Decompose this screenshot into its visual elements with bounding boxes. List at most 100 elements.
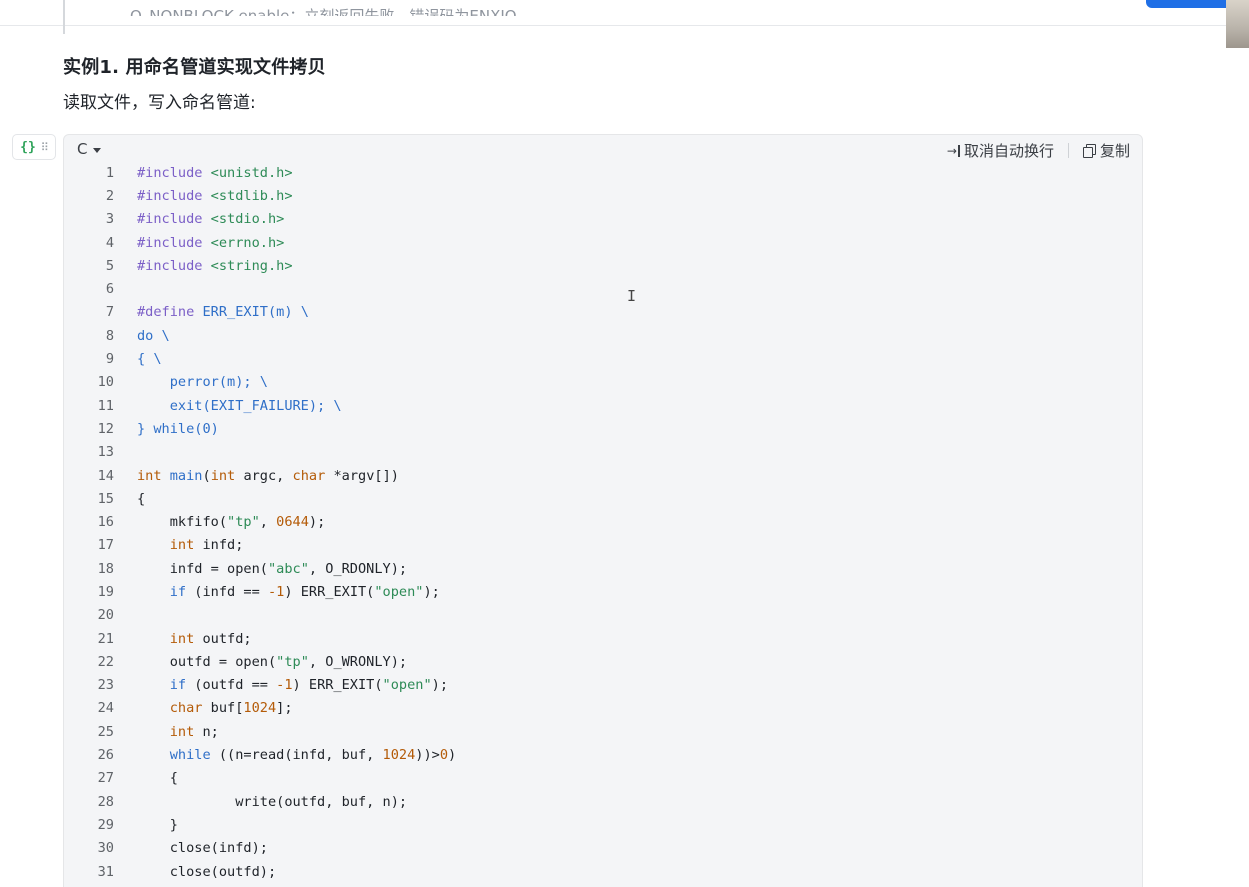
- line-number: 26: [97, 747, 114, 764]
- code-text: perror(m); \: [137, 374, 268, 390]
- line-number: 3: [105, 211, 114, 228]
- text-cursor-icon: I: [627, 287, 637, 305]
- code-text: exit(EXIT_FAILURE); \: [137, 398, 342, 414]
- code-text: }: [137, 817, 178, 833]
- code-token: ERR_EXIT(m) \: [202, 304, 309, 321]
- code-token: buf[: [210, 700, 244, 717]
- code-token: char: [137, 700, 211, 717]
- code-line: 20: [64, 604, 1142, 627]
- line-number: 4: [105, 234, 114, 251]
- code-text: {: [137, 770, 178, 786]
- code-line: 17 int infd;: [64, 534, 1142, 557]
- code-line: 7 #define ERR_EXIT(m) \: [64, 301, 1142, 324]
- line-number: 20: [97, 607, 114, 624]
- code-token: main: [169, 467, 203, 484]
- code-token: }: [137, 816, 178, 833]
- code-line: 27 {: [64, 767, 1142, 790]
- code-line: 25 int n;: [64, 720, 1142, 743]
- code-text: #define ERR_EXIT(m) \: [137, 304, 309, 320]
- code-text: close(outfd);: [137, 864, 276, 880]
- code-text: int outfd;: [137, 631, 252, 647]
- code-text: infd = open("abc", O_RDONLY);: [137, 561, 407, 577]
- code-token: int: [137, 723, 203, 740]
- line-number: 11: [97, 397, 114, 414]
- code-token: outfd = open(: [137, 653, 277, 670]
- line-number: 16: [97, 514, 114, 531]
- code-token: "open": [382, 677, 432, 694]
- code-text: while ((n=read(infd, buf, 1024))>0): [137, 747, 456, 763]
- line-number: 14: [97, 467, 114, 484]
- toolbar-divider: [1067, 143, 1069, 158]
- code-text: outfd = open("tp", O_WRONLY);: [137, 654, 407, 670]
- line-number: 28: [97, 793, 114, 810]
- code-token: <stdio.h>: [210, 211, 285, 228]
- code-token: "tp": [227, 514, 260, 531]
- line-number: 17: [97, 537, 114, 554]
- line-number: 21: [97, 630, 114, 647]
- code-token: argc,: [243, 467, 293, 484]
- code-token: { \: [137, 351, 162, 368]
- code-text: } while(0): [137, 421, 219, 437]
- code-token: close(infd);: [137, 840, 268, 857]
- code-token: perror(m); \: [137, 374, 268, 391]
- line-number: 23: [97, 677, 114, 694]
- code-token: -1: [276, 677, 293, 694]
- code-line: 23 if (outfd == -1) ERR_EXIT("open");: [64, 674, 1142, 697]
- code-block-handle[interactable]: {} ⠿: [12, 134, 56, 160]
- code-line: 12} while(0): [64, 417, 1142, 440]
- code-text: int n;: [137, 724, 219, 740]
- code-token: ) ERR_EXIT(: [284, 583, 375, 600]
- code-line: 28 write(outfd, buf, n);: [64, 790, 1142, 813]
- code-line: 31 close(outfd);: [64, 860, 1142, 883]
- code-line: 8 do \: [64, 324, 1142, 347]
- code-token: #include: [137, 211, 211, 228]
- code-text: #include <unistd.h>: [137, 165, 293, 181]
- code-line: 18 infd = open("abc", O_RDONLY);: [64, 557, 1142, 580]
- code-line: 5 #include <string.h>: [64, 254, 1142, 277]
- code-line: 6: [64, 277, 1142, 300]
- code-line: 3 #include <stdio.h>: [64, 208, 1142, 231]
- code-line: 29 }: [64, 813, 1142, 836]
- code-token: <unistd.h>: [210, 164, 293, 181]
- code-token: (: [202, 467, 211, 484]
- code-token: close(outfd);: [137, 863, 277, 880]
- previous-content-strip: O_NONBLOCK enable：立刻返回失败，错误码为ENXIO: [0, 0, 1249, 48]
- line-number: 19: [97, 583, 114, 600]
- code-line: 1 #include <unistd.h>: [64, 161, 1142, 184]
- code-line: 2 #include <stdlib.h>: [64, 184, 1142, 207]
- line-number: 9: [105, 351, 114, 368]
- code-text: #include <stdio.h>: [137, 211, 284, 227]
- code-token: char: [292, 467, 334, 484]
- code-text: #include <errno.h>: [137, 235, 284, 251]
- code-token: 1024: [243, 700, 277, 717]
- code-token: infd;: [202, 537, 244, 554]
- copy-button[interactable]: 复制: [1082, 140, 1130, 161]
- code-token: );: [308, 514, 326, 531]
- code-line: 24 char buf[1024];: [64, 697, 1142, 720]
- language-label: C: [77, 140, 88, 158]
- code-text: if (infd == -1) ERR_EXIT("open");: [137, 584, 440, 600]
- code-line: 9 { \: [64, 347, 1142, 370]
- primary-button-edge[interactable]: [1146, 0, 1232, 8]
- drag-handle-icon[interactable]: ⠿: [41, 142, 49, 153]
- code-token: -1: [267, 583, 285, 600]
- code-token: #include: [137, 164, 211, 181]
- code-token: ((n=read(infd, buf,: [218, 747, 383, 764]
- truncated-text: O_NONBLOCK enable：立刻返回失败，错误码为ENXIO: [130, 7, 517, 25]
- line-number: 7: [105, 304, 114, 321]
- code-token: while: [137, 747, 219, 764]
- code-token: if: [137, 583, 195, 600]
- code-lines[interactable]: 1 #include <unistd.h> 2 #include <stdlib.h>…: [64, 161, 1142, 883]
- code-text: #include <string.h>: [137, 258, 293, 274]
- code-token: #include: [137, 257, 211, 274]
- line-number: 8: [105, 327, 114, 344]
- code-token: n;: [202, 723, 219, 740]
- line-number: 1: [105, 164, 114, 181]
- line-number: 18: [97, 560, 114, 577]
- language-selector[interactable]: C: [77, 140, 102, 158]
- code-line: 10 perror(m); \: [64, 371, 1142, 394]
- code-line: 19 if (infd == -1) ERR_EXIT("open");: [64, 580, 1142, 603]
- code-token: );: [423, 583, 440, 600]
- toggle-wrap-button[interactable]: → 取消自动换行: [947, 140, 1054, 161]
- code-token: , O_WRONLY);: [308, 653, 408, 670]
